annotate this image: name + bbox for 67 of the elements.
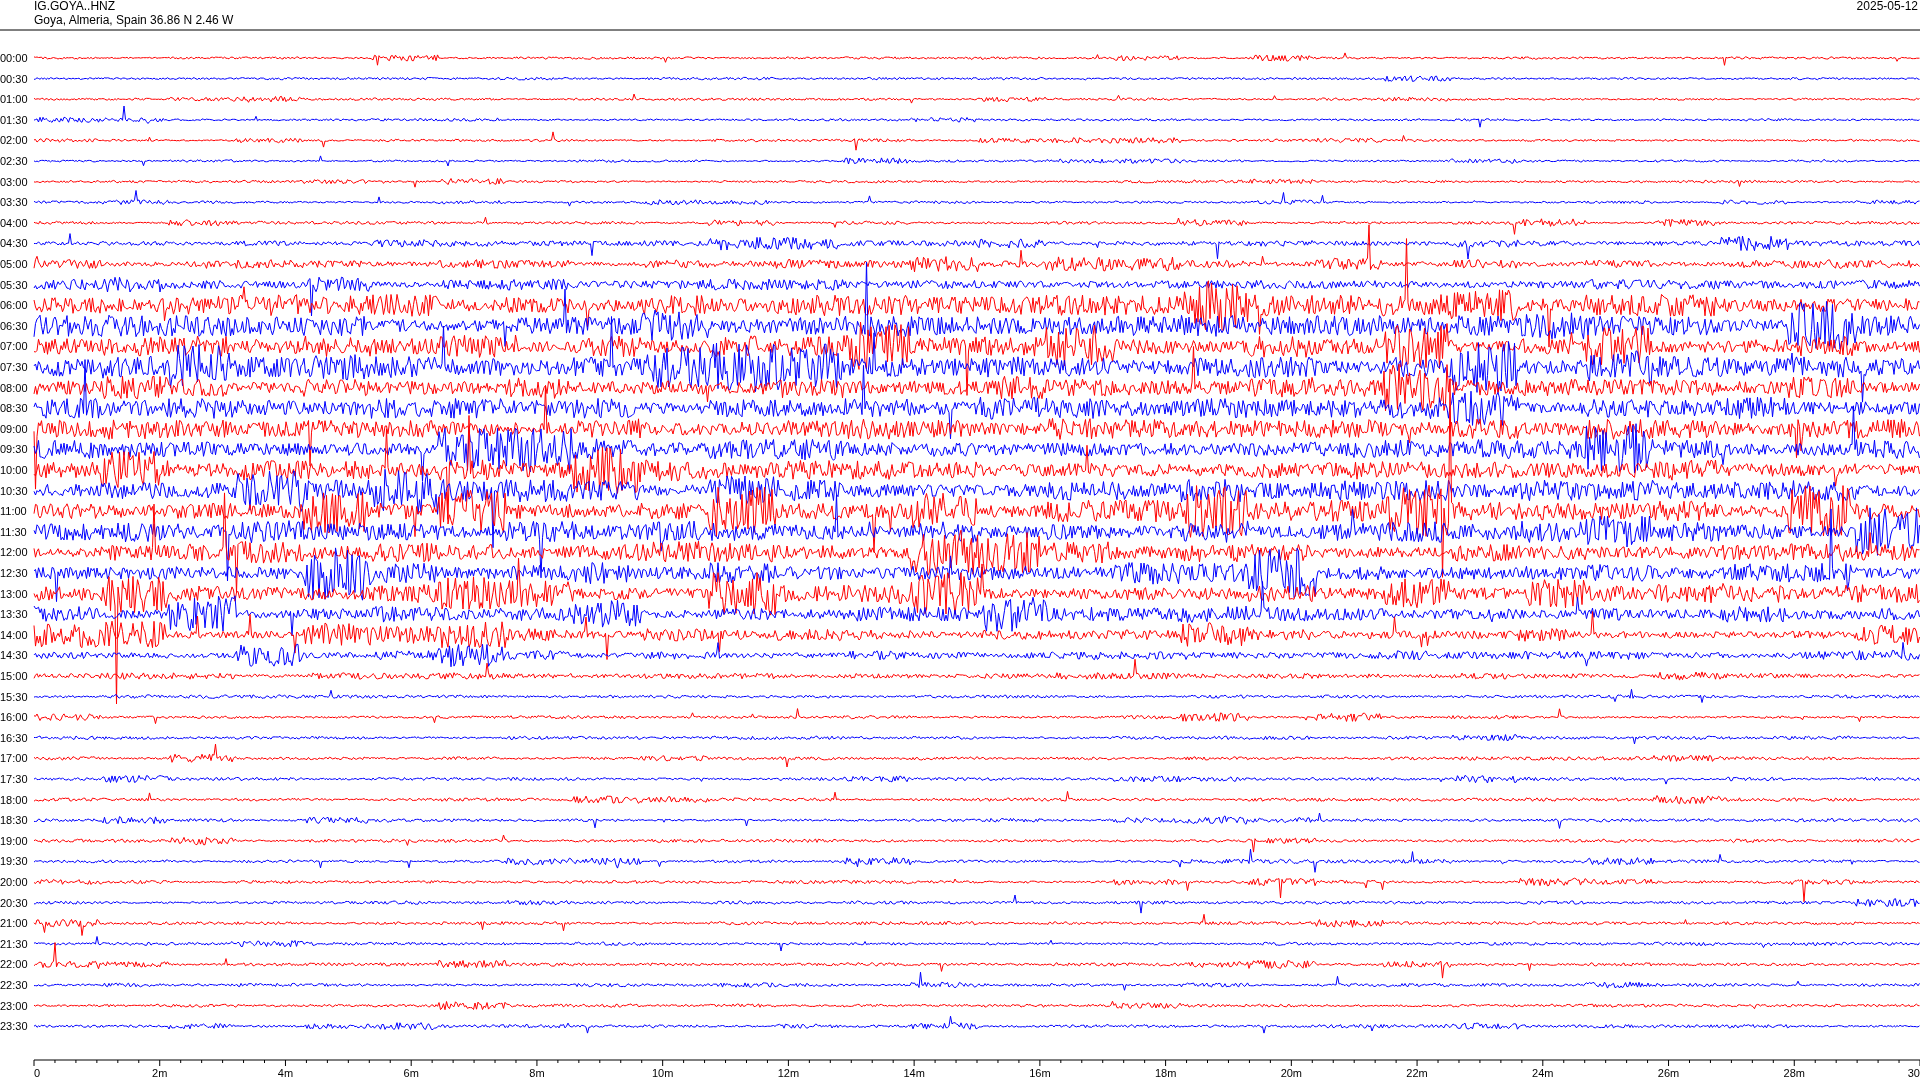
trace-time-label: 14:00: [0, 628, 28, 641]
trace-time-label: 23:00: [0, 999, 28, 1012]
trace-time-label: 05:00: [0, 258, 28, 270]
trace-time-label: 01:00: [0, 93, 28, 106]
axis-label: 26m: [1657, 1067, 1680, 1079]
trace-time-label: 16:30: [0, 731, 28, 744]
axis-label: 10m: [651, 1067, 674, 1079]
trace-time-label: 12:00: [0, 546, 28, 559]
axis-label: 16m: [1029, 1067, 1051, 1079]
plot-date: 2025-05-12: [1856, 0, 1918, 13]
trace-time-label: 13:30: [0, 608, 28, 621]
trace-time-label: 19:00: [0, 834, 28, 847]
axis-label: 28m: [1783, 1067, 1805, 1079]
trace-time-label: 08:00: [0, 381, 28, 394]
trace-time-label: 01:30: [0, 113, 28, 126]
axis-label: 12m: [777, 1067, 800, 1079]
trace-time-label: 00:00: [0, 52, 28, 64]
trace-time-label: 09:00: [0, 422, 28, 435]
axis-label: 18m: [1154, 1067, 1177, 1079]
trace-time-label: 19:30: [0, 855, 28, 868]
station-code: IG.GOYA..HNZ: [34, 0, 116, 13]
axis-label: 0: [34, 1067, 41, 1079]
trace-time-label: 05:30: [0, 278, 28, 291]
trace-time-label: 03:00: [0, 175, 28, 188]
axis-label: 4m: [277, 1067, 294, 1079]
axis-label: 24m: [1532, 1067, 1554, 1079]
trace-time-label: 02:30: [0, 155, 28, 167]
trace-time-label: 08:30: [0, 402, 28, 415]
trace-time-label: 00:30: [0, 72, 28, 85]
trace-time-label: 10:00: [0, 464, 28, 476]
trace-time-label: 22:30: [0, 979, 28, 991]
axis-label: 14m: [903, 1067, 925, 1079]
axis-label: 8m: [529, 1067, 545, 1079]
trace-time-label: 03:30: [0, 196, 28, 209]
trace-time-label: 02:00: [0, 134, 28, 147]
trace-time-label: 07:30: [0, 361, 28, 373]
trace-time-label: 20:30: [0, 896, 28, 909]
trace-time-label: 11:30: [0, 525, 27, 538]
trace-time-label: 20:00: [0, 876, 28, 888]
trace-time-label: 11:00: [0, 505, 27, 518]
trace-time-label: 22:00: [0, 958, 28, 971]
axis-label: 22m: [1406, 1067, 1428, 1079]
axis-label: 20m: [1280, 1067, 1303, 1079]
axis-label: 6m: [403, 1067, 419, 1079]
trace-time-label: 21:00: [0, 917, 28, 930]
trace-time-label: 09:30: [0, 443, 28, 456]
trace-time-label: 04:30: [0, 237, 28, 250]
trace-time-label: 16:00: [0, 711, 28, 724]
trace-time-label: 15:00: [0, 670, 28, 682]
trace-time-label: 18:00: [0, 793, 28, 806]
trace-time-label: 17:30: [0, 773, 28, 785]
trace-time-label: 18:30: [0, 814, 28, 827]
trace-time-label: 06:30: [0, 319, 28, 332]
trace-time-label: 04:00: [0, 216, 28, 229]
trace-time-label: 12:30: [0, 567, 28, 579]
trace-time-label: 10:30: [0, 484, 28, 497]
trace-time-label: 07:00: [0, 340, 28, 353]
station-location: Goya, Almeria, Spain 36.86 N 2.46 W: [34, 13, 234, 27]
trace-time-label: 15:30: [0, 690, 28, 703]
trace-time-label: 23:30: [0, 1020, 28, 1033]
trace-time-label: 21:30: [0, 937, 28, 950]
trace-time-label: 13:00: [0, 587, 28, 600]
trace-time-label: 14:30: [0, 649, 28, 662]
axis-label: 2m: [152, 1067, 168, 1079]
trace-time-label: 06:00: [0, 299, 28, 312]
axis-label: 30: [1907, 1067, 1920, 1079]
trace-time-label: 17:00: [0, 752, 28, 765]
